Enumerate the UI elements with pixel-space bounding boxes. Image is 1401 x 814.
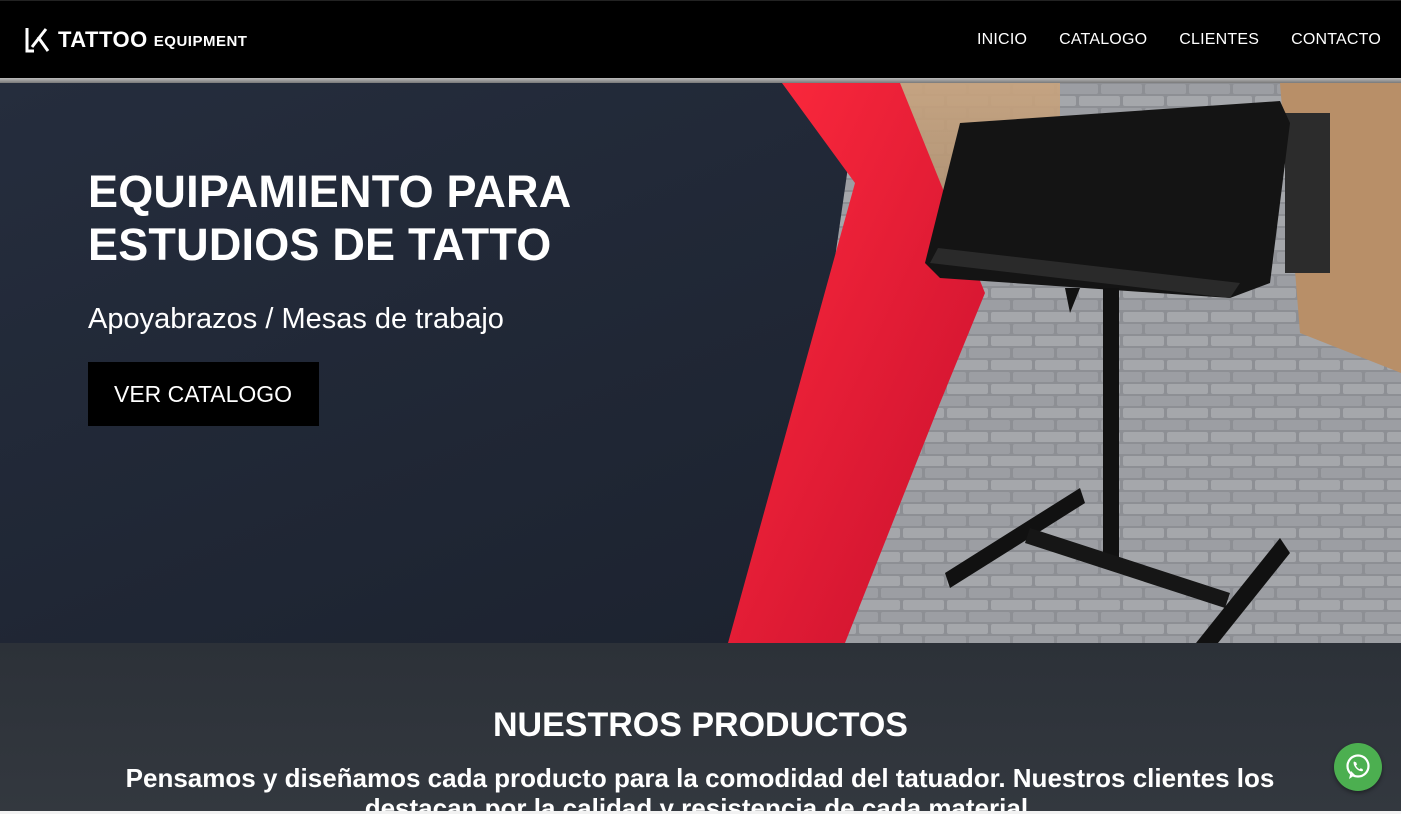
logo[interactable]: TATTOO EQUIPMENT xyxy=(24,25,247,55)
whatsapp-icon xyxy=(1346,754,1370,779)
hero-banner: EQUIPAMIENTO PARA ESTUDIOS DE TATTO Apoy… xyxy=(0,83,1401,643)
whatsapp-button[interactable] xyxy=(1334,743,1382,791)
products-section: NUESTROS PRODUCTOS Pensamos y diseñamos … xyxy=(0,643,1401,814)
site-header: TATTOO EQUIPMENT INICIO CATALOGO CLIENTE… xyxy=(0,0,1401,78)
logo-sub-text: EQUIPMENT xyxy=(153,33,248,50)
products-title: NUESTROS PRODUCTOS xyxy=(493,706,908,744)
hero-subtitle: Apoyabrazos / Mesas de trabajo xyxy=(88,303,504,335)
hero-title: EQUIPAMIENTO PARA ESTUDIOS DE TATTO xyxy=(88,165,648,271)
hero-title-line2: ESTUDIOS DE TATTO xyxy=(88,219,552,270)
hero-content: EQUIPAMIENTO PARA ESTUDIOS DE TATTO Apoy… xyxy=(88,165,648,426)
tattoo-logo-icon xyxy=(25,27,50,52)
main-nav: INICIO CATALOGO CLIENTES CONTACTO xyxy=(961,31,1381,49)
ver-catalogo-button[interactable]: VER CATALOGO xyxy=(88,362,320,426)
nav-inicio[interactable]: INICIO xyxy=(961,31,1043,49)
nav-clientes[interactable]: CLIENTES xyxy=(1163,31,1275,49)
hero-title-line1: EQUIPAMIENTO PARA xyxy=(88,166,572,217)
nav-catalogo[interactable]: CATALOGO xyxy=(1043,31,1163,49)
logo-main-text: TATTOO xyxy=(58,26,148,52)
nav-contacto[interactable]: CONTACTO xyxy=(1275,31,1381,49)
products-description: Pensamos y diseñamos cada producto para … xyxy=(125,763,1275,814)
